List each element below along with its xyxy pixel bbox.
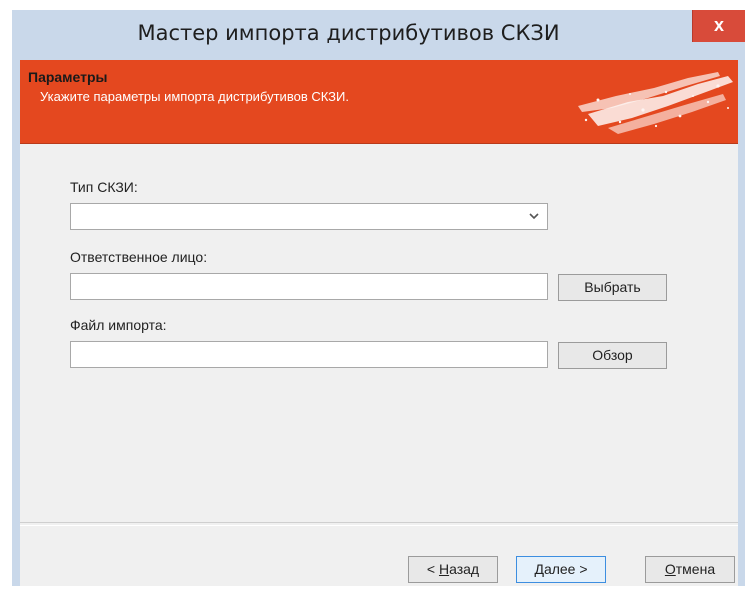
back-label-rest: азад xyxy=(449,561,480,577)
chevron-down-icon xyxy=(529,213,539,220)
window-frame: Мастер импорта дистрибутивов СКЗИ x Пара… xyxy=(12,10,745,586)
skzi-type-combobox[interactable] xyxy=(70,203,548,230)
skzi-type-label: Тип СКЗИ: xyxy=(70,179,138,195)
select-button[interactable]: Выбрать xyxy=(558,274,667,301)
responsible-person-field[interactable] xyxy=(70,273,548,300)
wizard-client-area: Параметры Укажите параметры импорта дист… xyxy=(20,60,738,586)
cancel-button[interactable]: Отмена xyxy=(645,556,735,583)
title-bar[interactable]: Мастер импорта дистрибутивов СКЗИ x xyxy=(12,10,745,60)
responsible-person-label: Ответственное лицо: xyxy=(70,249,208,265)
next-label-rest: алее > xyxy=(543,561,588,577)
close-icon: x xyxy=(713,15,724,35)
page-subtitle: Укажите параметры импорта дистрибутивов … xyxy=(40,89,349,104)
banner-texture-graphic xyxy=(578,72,733,134)
back-button[interactable]: < Назад xyxy=(408,556,498,583)
cancel-label-rest: тмена xyxy=(675,561,716,577)
next-button[interactable]: Далее > xyxy=(516,556,606,583)
close-button[interactable]: x xyxy=(692,10,745,42)
back-prefix: < xyxy=(426,561,439,577)
import-file-field[interactable] xyxy=(70,341,548,368)
wizard-window: Мастер импорта дистрибутивов СКЗИ x Пара… xyxy=(0,0,753,592)
next-accelerator: Д xyxy=(534,561,544,577)
cancel-accelerator: О xyxy=(664,561,676,577)
browse-button[interactable]: Обзор xyxy=(558,342,667,369)
back-accelerator: Н xyxy=(438,561,450,577)
import-file-label: Файл импорта: xyxy=(70,317,167,333)
page-title: Параметры xyxy=(28,69,108,85)
window-title: Мастер импорта дистрибутивов СКЗИ xyxy=(137,21,560,45)
footer-separator xyxy=(20,522,738,526)
header-banner: Параметры Укажите параметры импорта дист… xyxy=(20,60,738,144)
